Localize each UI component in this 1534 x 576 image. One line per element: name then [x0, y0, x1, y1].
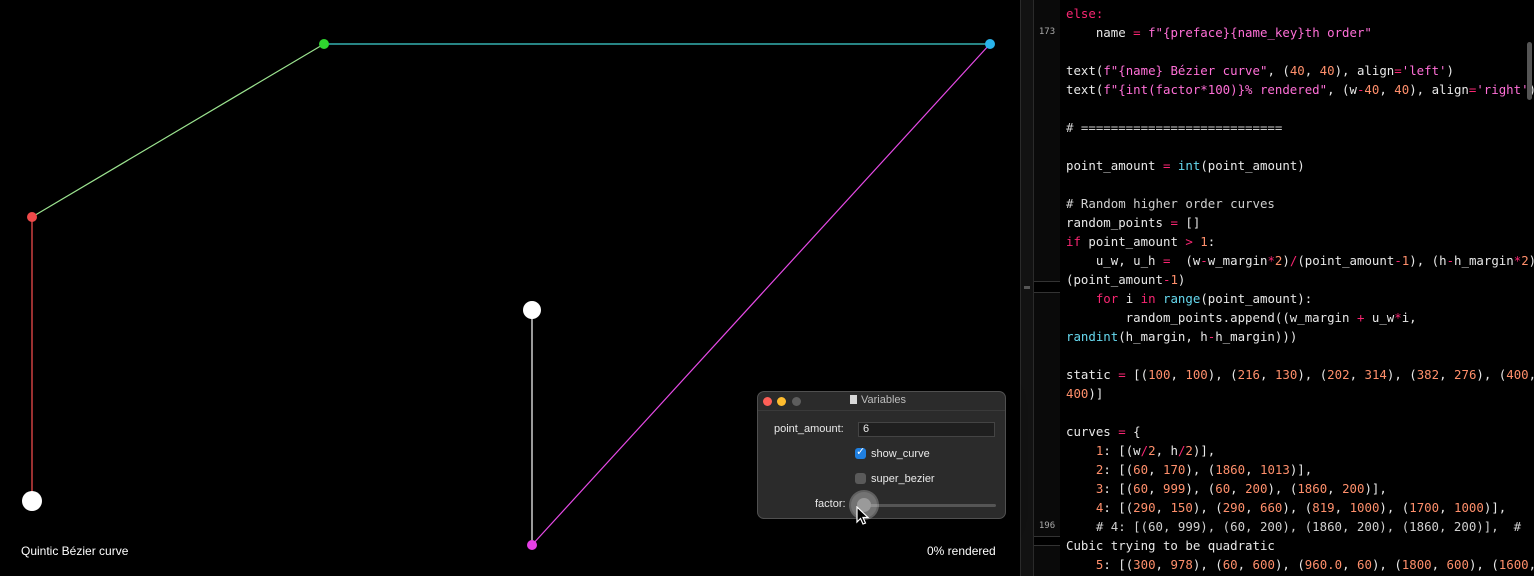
factor-label: factor: — [815, 498, 846, 510]
code-line: 4: [(290, 150), (290, 660), (819, 1000),… — [1095, 500, 1507, 515]
line-number-bottom: 196 — [1038, 521, 1056, 531]
control-point-green[interactable] — [319, 39, 329, 49]
code-line: randint(h_margin, h-h_margin))) — [1066, 329, 1298, 344]
code-line: 5: [(300, 978), (60, 600), (960.0, 60), … — [1095, 557, 1534, 572]
code-line: text(f"{name} Bézier curve", (40, 40), a… — [1066, 63, 1454, 78]
control-point-red[interactable] — [27, 212, 37, 222]
mouse-pointer-icon — [856, 506, 870, 525]
code-line: name = f"{preface}{name_key}th order" — [1066, 25, 1372, 40]
show-curve-label: show_curve — [871, 448, 930, 460]
factor-slider-track[interactable] — [861, 504, 996, 507]
gutter-marker — [1034, 281, 1060, 293]
render-progress-text: 0% rendered — [927, 544, 996, 558]
curve-title-text: Quintic Bézier curve — [21, 544, 129, 558]
code-line: random_points = [] — [1066, 215, 1201, 230]
control-point-end[interactable] — [523, 301, 541, 319]
variables-title-label: Variables — [861, 394, 907, 406]
variables-window-title: Variables — [850, 394, 906, 406]
control-point-magenta[interactable] — [527, 540, 537, 550]
code-line: curves = { — [1066, 424, 1141, 439]
code-line: random_points.append((w_margin + u_w*i, — [1066, 310, 1417, 325]
code-line-else: else: — [1066, 6, 1104, 21]
line-number-gutter: 173 196 — [1034, 0, 1060, 576]
code-line: u_w, u_h = (w-w_margin*2)/(point_amount-… — [1066, 253, 1534, 268]
code-line: # Random higher order curves — [1066, 196, 1275, 211]
point-amount-label: point_amount: — [774, 423, 844, 435]
code-line: point_amount = int(point_amount) — [1066, 158, 1305, 173]
code-line: 2: [(60, 170), (1860, 1013)], — [1095, 462, 1313, 477]
code-line: 3: [(60, 999), (60, 200), (1860, 200)], — [1095, 481, 1387, 496]
code-line: # =========================== — [1066, 120, 1283, 135]
code-line: (point_amount-1) — [1066, 272, 1186, 287]
split-divider[interactable] — [1020, 0, 1034, 576]
control-point-start[interactable] — [22, 491, 42, 511]
code-line: 400)] — [1066, 386, 1104, 401]
control-point-cyan[interactable] — [985, 39, 995, 49]
code-editor[interactable]: else: name = f"{preface}{name_key}th ord… — [1060, 0, 1534, 576]
variables-titlebar[interactable]: Variables — [758, 392, 1005, 411]
code-line: text(f"{int(factor*100)}% rendered", (w-… — [1066, 82, 1534, 97]
line-number-top: 173 — [1038, 27, 1056, 37]
code-line: 1: [(w/2, h/2)], — [1095, 443, 1216, 458]
show-curve-checkbox[interactable] — [855, 445, 866, 459]
point-amount-input[interactable]: 6 — [858, 422, 995, 437]
code-line: Cubic trying to be quadratic — [1066, 538, 1275, 553]
code-line: # 4: [(60, 999), (60, 200), (1860, 200),… — [1066, 519, 1522, 534]
control-line-green — [31, 43, 325, 218]
editor-scrollbar[interactable] — [1527, 42, 1532, 100]
minimize-window-button[interactable] — [777, 397, 786, 406]
super-bezier-label: super_bezier — [871, 473, 935, 485]
code-line: if point_amount > 1: — [1066, 234, 1216, 249]
document-icon — [850, 395, 857, 404]
divider-grip-icon — [1024, 286, 1030, 289]
code-line: static = [(100, 100), (216, 130), (202, … — [1066, 367, 1534, 382]
close-window-button[interactable] — [763, 397, 772, 406]
zoom-window-button[interactable] — [792, 397, 801, 406]
super-bezier-checkbox[interactable] — [855, 473, 866, 484]
gutter-marker-bottom — [1034, 536, 1060, 546]
variables-window: Variables point_amount: 6 show_curve sup… — [757, 391, 1006, 519]
code-line: for i in range(point_amount): — [1095, 291, 1313, 306]
